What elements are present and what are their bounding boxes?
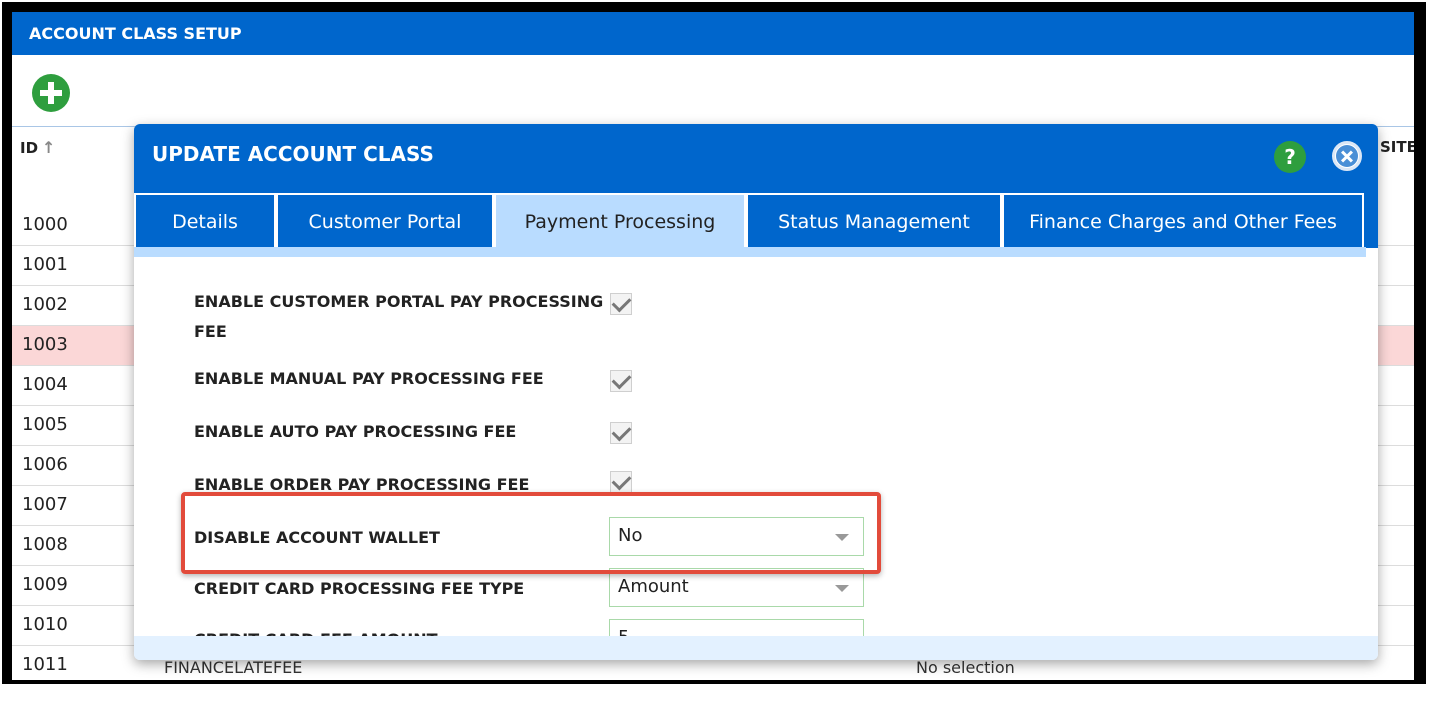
column-header-site[interactable]: SITE [1380, 138, 1414, 156]
dialog-body: ENABLE CUSTOMER PORTAL PAY PROCESSING FE… [134, 257, 1378, 636]
tab-customer-portal[interactable]: Customer Portal [276, 193, 494, 247]
row-id: 1003 [22, 334, 68, 355]
cc-fee-amount-input[interactable]: 5 [609, 619, 864, 636]
order-fee-checkbox[interactable] [610, 471, 632, 493]
tab-underline [134, 247, 1366, 257]
row-id: 1010 [22, 614, 68, 635]
cc-fee-amount-label: CREDIT CARD FEE AMOUNT [194, 625, 438, 636]
row-id: 1002 [22, 294, 68, 315]
portal-fee-label-line1: ENABLE CUSTOMER PORTAL PAY PROCESSING [194, 292, 604, 311]
close-icon-glyph [1336, 145, 1358, 167]
update-account-class-dialog: UPDATE ACCOUNT CLASS ? Details Customer … [134, 124, 1378, 660]
manual-fee-label: ENABLE MANUAL PAY PROCESSING FEE [194, 369, 544, 388]
column-header-id-label: ID [20, 139, 39, 157]
row-id: 1006 [22, 454, 68, 475]
cc-fee-type-label: CREDIT CARD PROCESSING FEE TYPE [194, 579, 525, 598]
column-header-id[interactable]: ID ↑ [20, 138, 55, 157]
row-name: FINANCELATEFEE [164, 658, 303, 677]
chevron-down-icon [835, 585, 849, 592]
row-id: 1001 [22, 254, 68, 275]
row-id: 1009 [22, 574, 68, 595]
close-icon[interactable] [1332, 141, 1362, 171]
tab-payment-processing[interactable]: Payment Processing [494, 193, 746, 247]
row-id: 1005 [22, 414, 68, 435]
manual-fee-checkbox[interactable] [610, 370, 632, 392]
portal-fee-label-line2: FEE [194, 322, 227, 341]
row-id: 1008 [22, 534, 68, 555]
dialog-title: UPDATE ACCOUNT CLASS [152, 142, 434, 166]
dialog-footer [134, 636, 1378, 660]
cc-fee-type-value: Amount [618, 576, 689, 597]
row-site: No selection [916, 658, 1015, 677]
row-id: 1007 [22, 494, 68, 515]
auto-fee-label: ENABLE AUTO PAY PROCESSING FEE [194, 422, 517, 441]
tab-finance-charges[interactable]: Finance Charges and Other Fees [1002, 193, 1364, 247]
portal-fee-checkbox[interactable] [610, 293, 632, 315]
question-icon[interactable]: ? [1274, 141, 1306, 173]
arrow-up-icon[interactable]: ↑ [42, 138, 55, 157]
add-account-class-button[interactable] [32, 74, 70, 112]
row-id: 1011 [22, 654, 68, 675]
tab-status-management[interactable]: Status Management [746, 193, 1002, 247]
cc-fee-amount-value: 5 [618, 627, 629, 636]
highlight-box [181, 492, 881, 574]
page-title: ACCOUNT CLASS SETUP [12, 12, 1414, 55]
row-id: 1004 [22, 374, 68, 395]
row-id: 1000 [22, 214, 68, 235]
auto-fee-checkbox[interactable] [610, 422, 632, 444]
tab-details[interactable]: Details [134, 193, 276, 247]
